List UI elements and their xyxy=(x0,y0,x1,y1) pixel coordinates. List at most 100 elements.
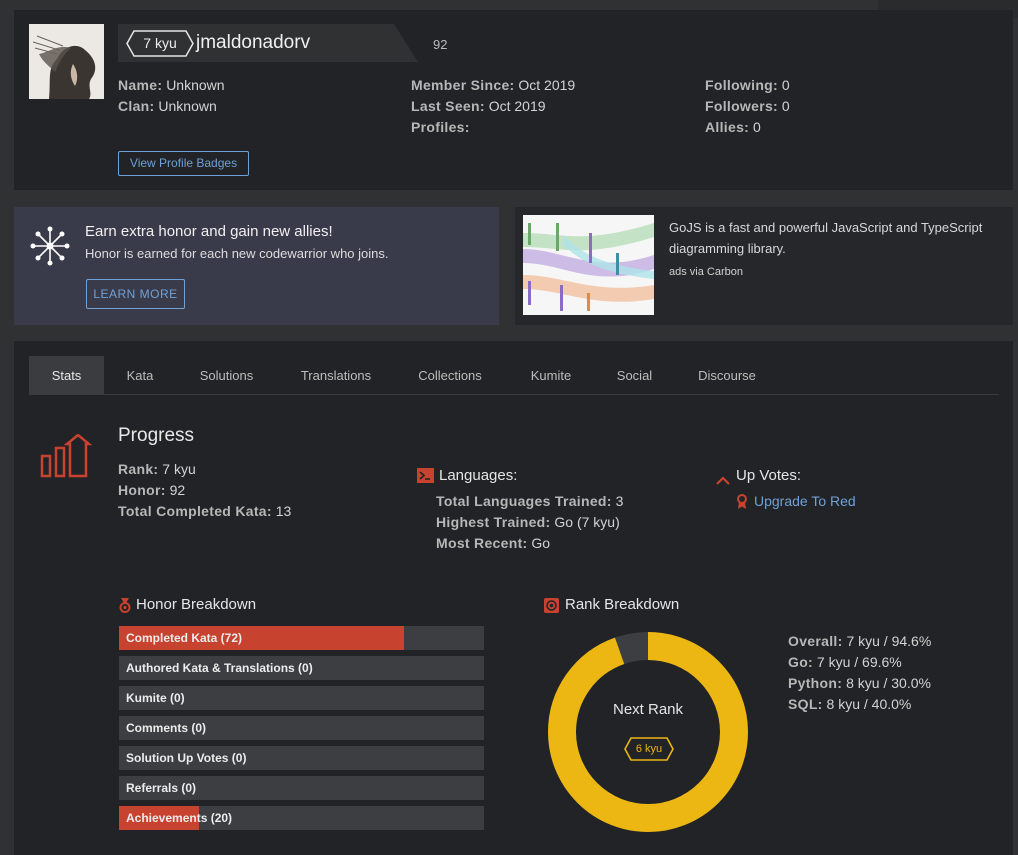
stats-panel: Stats Kata Solutions Translations Collec… xyxy=(14,341,1013,855)
username: jmaldonadorv xyxy=(196,32,311,53)
label: Highest Trained: xyxy=(436,514,551,530)
value: Unknown xyxy=(158,98,217,114)
value: 13 xyxy=(275,503,292,519)
value: 7 kyu / 94.6% xyxy=(846,633,932,649)
honor-count: 92 xyxy=(433,37,448,52)
tab-stats[interactable]: Stats xyxy=(29,356,104,395)
rank-breakdown-list: Overall: 7 kyu / 94.6% Go: 7 kyu / 69.6%… xyxy=(788,631,931,715)
profile-info-col3: Following: 0 Followers: 0 Allies: 0 xyxy=(705,75,790,138)
learn-more-button[interactable]: LEARN MORE xyxy=(86,279,185,309)
next-rank-label: Next Rank xyxy=(612,701,684,718)
network-icon xyxy=(29,225,71,271)
honor-breakdown-title: Honor Breakdown xyxy=(136,596,257,613)
honor-bar-label: Solution Up Votes (0) xyxy=(126,751,247,765)
label: Last Seen: xyxy=(411,98,485,114)
label: Rank: xyxy=(118,461,159,477)
followers-row[interactable]: Followers: 0 xyxy=(705,96,790,117)
honor-bar: Achievements (20) xyxy=(119,806,484,830)
carbon-ad[interactable]: GoJS is a fast and powerful JavaScript a… xyxy=(515,207,1013,325)
honor-bar-label: Comments (0) xyxy=(126,721,207,735)
honor-bar: Referrals (0) xyxy=(119,776,484,800)
label: Clan: xyxy=(118,98,155,114)
next-rank-badge: 6 kyu xyxy=(624,737,674,761)
ribbon-icon xyxy=(736,494,748,514)
upvotes-title: Up Votes: xyxy=(736,467,802,484)
tab-translations[interactable]: Translations xyxy=(291,356,381,395)
rank-sql-row: SQL: 8 kyu / 40.0% xyxy=(788,694,931,715)
ad-via[interactable]: ads via Carbon xyxy=(669,266,743,278)
ad-text[interactable]: GoJS is a fast and powerful JavaScript a… xyxy=(669,217,1004,259)
member-since-row: Member Since: Oct 2019 xyxy=(411,75,575,96)
honor-bar: Comments (0) xyxy=(119,716,484,740)
top-strip xyxy=(0,0,1018,18)
last-seen-row: Last Seen: Oct 2019 xyxy=(411,96,575,117)
profile-name-row: Name: Unknown xyxy=(118,75,225,96)
rank-badge-label: 7 kyu xyxy=(143,35,177,51)
languages-recent-row: Most Recent: Go xyxy=(436,533,623,554)
ad-image[interactable] xyxy=(523,215,654,315)
invite-subtitle: Honor is earned for each new codewarrior… xyxy=(85,246,389,261)
progress-honor-row: Honor: 92 xyxy=(118,480,291,501)
honor-bar: Kumite (0) xyxy=(119,686,484,710)
invite-banner: Earn extra honor and gain new allies! Ho… xyxy=(14,207,499,325)
value: Go (7 kyu) xyxy=(554,514,620,530)
languages-title: Languages: xyxy=(439,467,518,484)
rank-overall-row: Overall: 7 kyu / 94.6% xyxy=(788,631,931,652)
profile-tabs: Stats Kata Solutions Translations Collec… xyxy=(29,356,999,395)
view-profile-badges-button[interactable]: View Profile Badges xyxy=(118,151,249,176)
tab-collections[interactable]: Collections xyxy=(409,356,491,395)
label: Python: xyxy=(788,675,843,691)
value: 0 xyxy=(781,77,790,93)
label: Most Recent: xyxy=(436,535,528,551)
honor-bar-label: Kumite (0) xyxy=(126,691,185,705)
medal-icon xyxy=(119,598,131,617)
following-row[interactable]: Following: 0 xyxy=(705,75,790,96)
progress-title: Progress xyxy=(118,425,195,446)
label: Followers: xyxy=(705,98,779,114)
progress-list: Rank: 7 kyu Honor: 92 Total Completed Ka… xyxy=(118,459,291,522)
profile-info-col1: Name: Unknown Clan: Unknown xyxy=(118,75,225,117)
rank-donut: Next Rank 6 kyu xyxy=(547,631,749,833)
label: SQL: xyxy=(788,696,823,712)
value: Oct 2019 xyxy=(518,77,576,93)
rank-breakdown-title: Rank Breakdown xyxy=(565,596,680,613)
value: 7 kyu / 69.6% xyxy=(816,654,902,670)
value: 92 xyxy=(169,482,186,498)
progress-completed-row: Total Completed Kata: 13 xyxy=(118,501,291,522)
allies-row[interactable]: Allies: 0 xyxy=(705,117,790,138)
honor-bar: Solution Up Votes (0) xyxy=(119,746,484,770)
upgrade-to-red-link[interactable]: Upgrade To Red xyxy=(754,491,856,512)
tab-solutions[interactable]: Solutions xyxy=(189,356,264,395)
label: Go: xyxy=(788,654,814,670)
value: 8 kyu / 40.0% xyxy=(826,696,912,712)
tab-social[interactable]: Social xyxy=(609,356,660,395)
label: Profiles: xyxy=(411,119,470,135)
value: Oct 2019 xyxy=(488,98,546,114)
tab-kumite[interactable]: Kumite xyxy=(521,356,581,395)
label: Name: xyxy=(118,77,163,93)
profile-info-col2: Member Since: Oct 2019 Last Seen: Oct 20… xyxy=(411,75,575,138)
languages-total-row: Total Languages Trained: 3 xyxy=(436,491,623,512)
value: 3 xyxy=(615,493,624,509)
languages-highest-row: Highest Trained: Go (7 kyu) xyxy=(436,512,623,533)
value: 8 kyu / 30.0% xyxy=(846,675,931,691)
tab-discourse[interactable]: Discourse xyxy=(689,356,765,395)
terminal-icon xyxy=(417,468,434,487)
rank-go-row: Go: 7 kyu / 69.6% xyxy=(788,652,931,673)
profile-clan-row: Clan: Unknown xyxy=(118,96,225,117)
honor-bar-label: Referrals (0) xyxy=(126,781,197,795)
tab-kata[interactable]: Kata xyxy=(116,356,164,395)
progress-rank-row: Rank: 7 kyu xyxy=(118,459,291,480)
label: Honor: xyxy=(118,482,166,498)
honor-bar-label: Authored Kata & Translations (0) xyxy=(126,661,313,675)
label: Allies: xyxy=(705,119,750,135)
label: Total Completed Kata: xyxy=(118,503,272,519)
label: Following: xyxy=(705,77,778,93)
label: Member Since: xyxy=(411,77,515,93)
chevron-up-icon xyxy=(716,471,730,490)
label: Overall: xyxy=(788,633,843,649)
avatar[interactable] xyxy=(29,24,104,99)
target-icon xyxy=(544,598,559,617)
value: 0 xyxy=(781,98,790,114)
profile-card: 7 kyu jmaldonadorv 92 Name: Unknown Clan… xyxy=(14,10,1013,190)
